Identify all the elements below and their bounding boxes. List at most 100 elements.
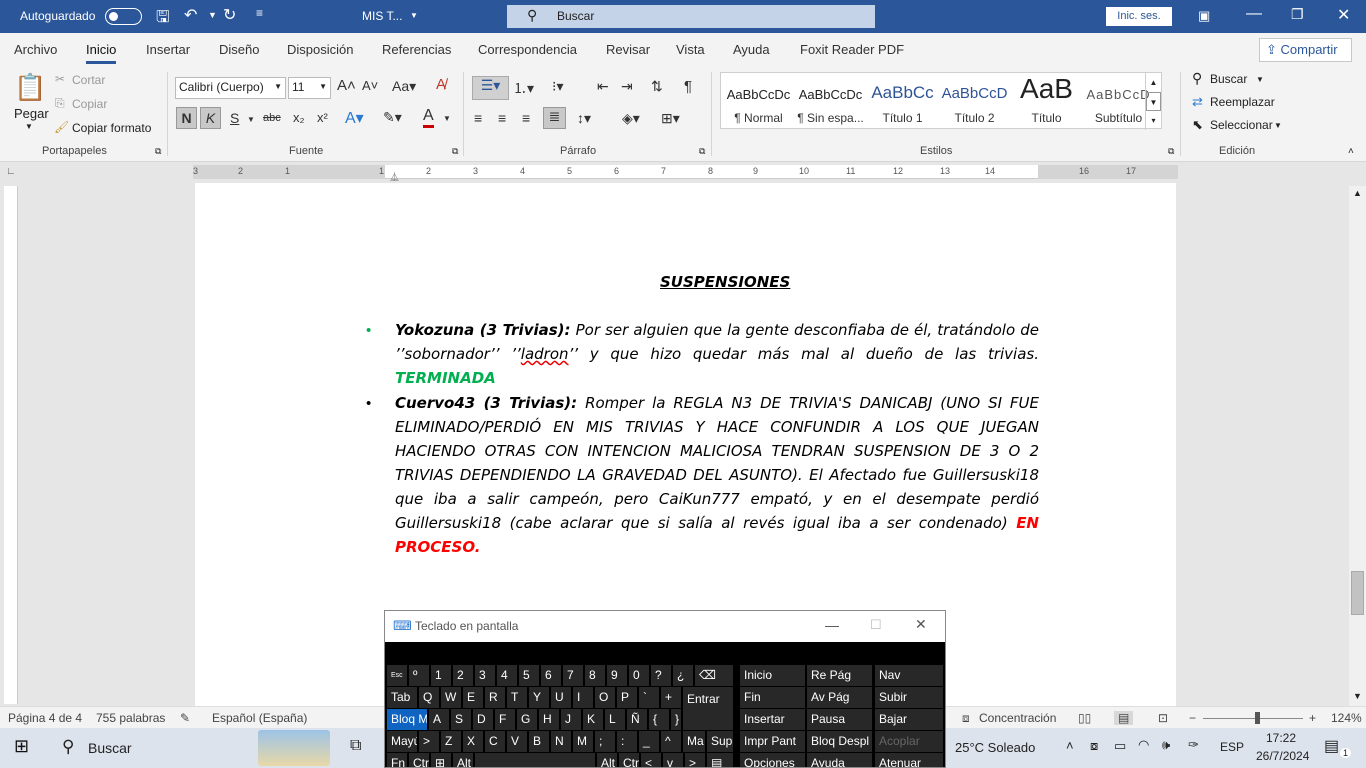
key-space[interactable] (475, 753, 595, 767)
tab-revisar[interactable]: Revisar (606, 42, 650, 57)
key[interactable]: N (551, 731, 571, 752)
key[interactable]: M (573, 731, 593, 752)
key-shift-right[interactable]: Ma (683, 731, 705, 752)
key-tab[interactable]: Tab (387, 687, 417, 708)
key[interactable]: T (507, 687, 527, 708)
key[interactable]: ` (639, 687, 659, 708)
zoom-slider-thumb[interactable] (1255, 712, 1260, 724)
key[interactable]: ? (651, 665, 671, 686)
key-fn[interactable]: Fn (387, 753, 407, 767)
key[interactable]: ¿ (673, 665, 693, 686)
minimize-icon[interactable]: — (1246, 5, 1262, 23)
key[interactable]: 0 (629, 665, 649, 686)
tray-app-icon[interactable]: ⧇ (1090, 738, 1098, 754)
key[interactable]: A (429, 709, 449, 730)
osk-close-icon[interactable]: ✕ (915, 616, 927, 633)
scroll-down-icon[interactable]: ▼ (1146, 92, 1161, 111)
battery-icon[interactable]: ▭ (1114, 738, 1126, 754)
redo-icon[interactable]: ↻ (223, 5, 236, 25)
focus-mode[interactable]: Concentración (979, 711, 1056, 725)
key[interactable]: 5 (519, 665, 539, 686)
scroll-up-icon[interactable]: ▲ (1146, 73, 1161, 92)
multilevel-list-icon[interactable]: ⁝▾ (552, 78, 563, 95)
key-down-arrow[interactable]: v (663, 753, 683, 767)
key-nav[interactable]: Nav (875, 665, 943, 686)
volume-icon[interactable]: 🕪 (1162, 737, 1170, 753)
tab-selector-icon[interactable]: ∟ (6, 166, 16, 177)
key[interactable]: 4 (497, 665, 517, 686)
proofing-icon[interactable]: ✎ (180, 711, 190, 725)
print-layout-icon[interactable]: ▤ (1114, 711, 1134, 725)
key[interactable]: 2 (453, 665, 473, 686)
key[interactable]: C (485, 731, 505, 752)
numbering-icon[interactable]: ⒈▾ (513, 78, 534, 98)
search-box[interactable]: ⚲ Buscar (507, 5, 875, 28)
key[interactable]: U (551, 687, 571, 708)
document-title[interactable]: MIS T... (362, 9, 402, 23)
tab-ayuda[interactable]: Ayuda (733, 42, 770, 57)
key[interactable]: V (507, 731, 527, 752)
key[interactable]: L (605, 709, 625, 730)
ribbon-display-icon[interactable]: ▣ (1198, 8, 1210, 24)
key-move-up[interactable]: Subir (875, 687, 943, 708)
key-left-arrow[interactable]: < (641, 753, 661, 767)
language[interactable]: Español (España) (212, 711, 307, 725)
key-home[interactable]: Inicio (740, 665, 805, 686)
key[interactable]: F (495, 709, 515, 730)
increase-indent-icon[interactable]: ⇥ (621, 78, 633, 95)
word-count[interactable]: 755 palabras (96, 711, 165, 725)
key[interactable]: I (573, 687, 593, 708)
key[interactable]: O (595, 687, 615, 708)
title-dropdown-icon[interactable]: ▼ (410, 11, 418, 20)
show-marks-icon[interactable]: ¶ (684, 78, 692, 95)
key[interactable]: H (539, 709, 559, 730)
text-effects-icon[interactable]: A▾ (345, 108, 364, 128)
collapse-ribbon-icon[interactable]: ˄ (1348, 146, 1354, 157)
paragraph-launcher-icon[interactable]: ⧉ (699, 146, 705, 157)
key[interactable]: P (617, 687, 637, 708)
key[interactable]: Y (529, 687, 549, 708)
line-spacing-icon[interactable]: ↕▾ (577, 110, 591, 127)
key[interactable]: R (485, 687, 505, 708)
clipboard-launcher-icon[interactable]: ⧉ (155, 146, 161, 157)
key[interactable]: + (661, 687, 681, 708)
paste-button[interactable]: Pegar (14, 106, 49, 121)
input-language[interactable]: ESP (1220, 740, 1244, 754)
underline-button[interactable]: S (230, 110, 239, 126)
decrease-indent-icon[interactable]: ⇤ (597, 78, 609, 95)
sort-icon[interactable]: ⇅ (651, 78, 663, 95)
grow-font-icon[interactable]: A˄ (337, 77, 356, 94)
misspelled-word[interactable]: ladron (521, 345, 569, 363)
key-print-screen[interactable]: Impr Pant (740, 731, 805, 752)
web-layout-icon[interactable]: ⊡ (1158, 711, 1168, 725)
key-right-arrow[interactable]: > (685, 753, 705, 767)
styles-launcher-icon[interactable]: ⧉ (1168, 146, 1174, 157)
styles-scroll[interactable]: ▲ ▼ ▾ (1145, 73, 1161, 130)
key[interactable]: 9 (607, 665, 627, 686)
tab-referencias[interactable]: Referencias (382, 42, 451, 57)
tab-archivo[interactable]: Archivo (14, 42, 57, 57)
page-count[interactable]: Página 4 de 4 (8, 711, 82, 725)
key-backspace[interactable]: ⌫ (695, 665, 733, 686)
key-shift[interactable]: Mayú (387, 731, 417, 752)
key-esc[interactable]: Esc (387, 665, 407, 686)
osk-minimize-icon[interactable]: — (825, 617, 839, 633)
tab-vista[interactable]: Vista (676, 42, 705, 57)
key[interactable]: _ (639, 731, 659, 752)
copy-button[interactable]: Copiar (72, 97, 107, 111)
bold-button[interactable]: N (176, 107, 197, 129)
tab-foxit[interactable]: Foxit Reader PDF (800, 42, 904, 57)
key[interactable]: S (451, 709, 471, 730)
key[interactable]: J (561, 709, 581, 730)
key-end[interactable]: Fin (740, 687, 805, 708)
autosave-toggle[interactable] (105, 8, 142, 25)
borders-icon[interactable]: ⊞▾ (661, 110, 680, 127)
shading-icon[interactable]: ◈▾ (622, 110, 640, 127)
scroll-down-icon[interactable]: ▼ (1353, 691, 1362, 701)
find-button[interactable]: Buscar (1210, 72, 1247, 86)
key[interactable]: 3 (475, 665, 495, 686)
style-heading-1[interactable]: AaBbCc Título 1 (867, 73, 938, 130)
style-heading-2[interactable]: AaBbCcD Título 2 (939, 73, 1010, 130)
font-color-icon[interactable]: A (423, 107, 434, 128)
key[interactable]: Q (419, 687, 439, 708)
